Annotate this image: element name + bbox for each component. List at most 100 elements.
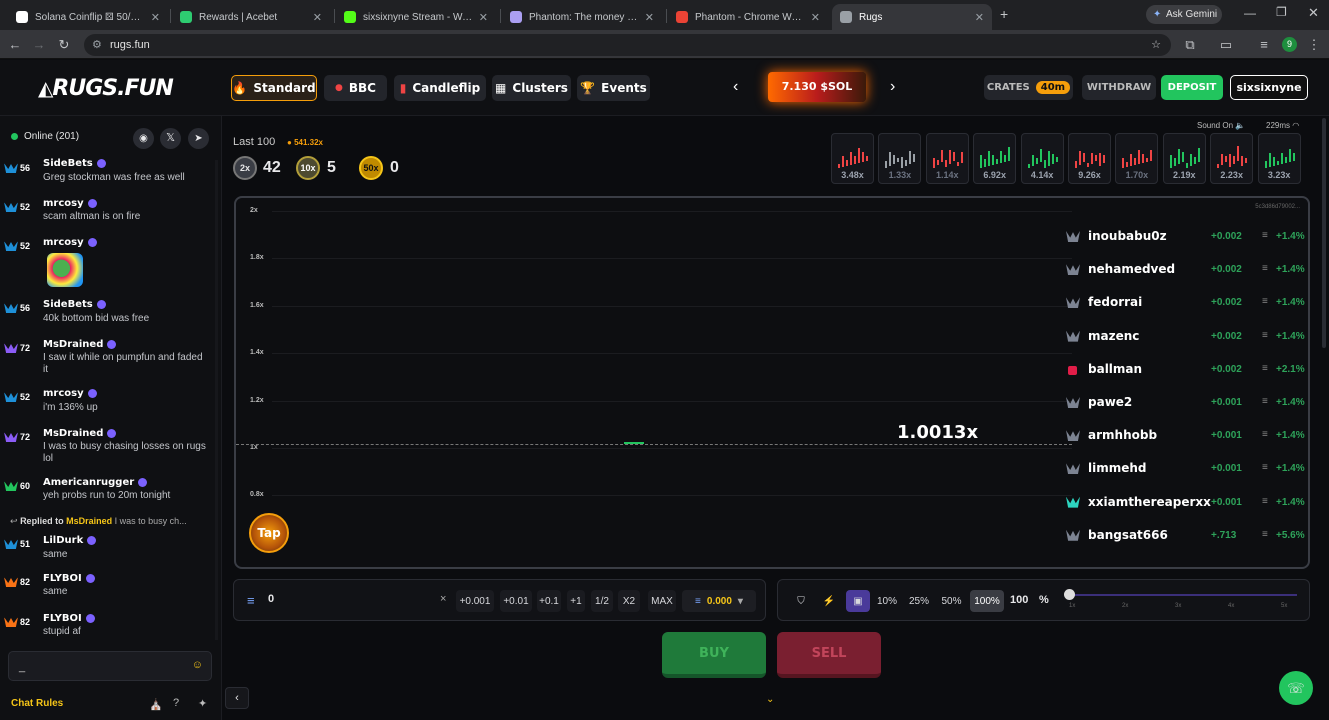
recent-game-card[interactable]: 4.14x [1020,133,1064,184]
close-icon[interactable]: ✕ [645,11,654,24]
chat-username[interactable]: MsDrained [43,339,117,350]
sound-toggle[interactable]: Sound On 🔈 [1197,121,1245,130]
percent-50-button[interactable]: 50% [938,590,965,612]
profile-avatar[interactable]: 9 [1282,37,1297,52]
recent-game-card[interactable]: 3.23x [1257,133,1301,184]
balance-dropdown[interactable]: ≡ 0.000 ▾ [682,590,756,612]
side-panel-icon[interactable]: ▭ [1217,36,1235,54]
percent-10-button[interactable]: 10% [876,590,898,612]
browser-tab[interactable]: Phantom: The money app that ✕ [502,4,662,30]
close-icon[interactable]: ✕ [151,11,160,24]
percent-100-button[interactable]: 100% [970,590,1004,612]
browser-tab[interactable]: Rewards | Acebet ✕ [172,4,330,30]
user-profile-button[interactable]: sixsixnyne [1230,75,1308,100]
close-icon[interactable]: ✕ [479,11,488,24]
maximize-button[interactable]: ❐ [1276,5,1287,19]
jackpot-prev-icon[interactable]: ‹ [733,78,738,96]
chat-username[interactable]: mrcosy [43,198,97,209]
chat-username[interactable]: FLYBOI [43,573,95,584]
minimize-button[interactable]: — [1244,6,1256,20]
clear-amount-button[interactable]: × [440,593,446,605]
chat-username[interactable]: MsDrained [43,428,117,439]
telegram-icon[interactable]: ➤ [188,128,209,149]
crates-button[interactable]: CRATES 40m [984,75,1073,100]
recent-game-card[interactable]: 1.70x [1115,133,1159,184]
leaderboard-icon[interactable]: ⛪ [149,698,163,711]
chat-username[interactable]: mrcosy [43,388,97,399]
site-info-icon[interactable]: ⚙ [92,34,102,56]
recent-game-card[interactable]: 6.92x [973,133,1017,184]
settings-wolf-icon[interactable]: ✦ [198,697,207,710]
collapse-chat-button[interactable]: ‹ [225,687,249,709]
nav-events[interactable]: 🏆 Events [577,75,650,101]
browser-tab[interactable]: sixsixnyne Stream - Watch Live ✕ [336,4,496,30]
close-icon[interactable]: ✕ [811,11,820,24]
deposit-button[interactable]: DEPOSIT [1161,75,1223,100]
address-bar[interactable]: ⚙ rugs.fun ☆ [84,34,1171,56]
sell-percent-input[interactable]: 100 [1010,594,1028,606]
back-icon[interactable]: ← [6,36,24,54]
nav-standard[interactable]: 🔥 Standard [231,75,317,101]
ask-gemini-button[interactable]: ✦ Ask Gemini [1146,5,1222,24]
player-row[interactable]: limmehd +0.001 ≡ +1.4% [1066,460,1306,478]
new-tab-button[interactable]: + [1000,6,1008,22]
increment-button[interactable]: +0.1 [537,590,561,612]
chat-rules-link[interactable]: Chat Rules [11,698,63,709]
player-row[interactable]: ballman +0.002 ≡ +2.1% [1066,361,1306,379]
player-row[interactable]: nehamedved +0.002 ≡ +1.4% [1066,261,1306,279]
chat-username[interactable]: Americanrugger [43,477,148,488]
emoji-icon[interactable]: ☺ [192,659,203,671]
recent-game-card[interactable]: 1.14x [925,133,969,184]
extensions-icon[interactable]: ⧉ [1181,36,1199,54]
browser-tab[interactable]: Solana Coinflip ⚄ 50/50 Odds, 1 ✕ [8,4,168,30]
increment-button[interactable]: 1/2 [591,590,613,612]
chart-mode-icon[interactable]: ▣ [846,590,870,612]
tap-button[interactable]: Tap [249,513,289,553]
browser-tab-active[interactable]: Rugs ✕ [832,4,992,30]
recent-game-card[interactable]: 2.19x [1162,133,1206,184]
lightning-icon[interactable]: ⚡ [818,590,840,612]
player-row[interactable]: pawe2 +0.001 ≡ +1.4% [1066,394,1306,412]
nav-clusters[interactable]: ▦ Clusters [492,75,571,101]
recent-game-card[interactable]: 9.26x [1068,133,1111,184]
bet-amount-input[interactable]: 0 [268,593,274,605]
withdraw-button[interactable]: WITHDRAW [1082,75,1156,100]
page-scrollbar[interactable] [1322,118,1326,348]
increment-button[interactable]: +0.001 [456,590,494,612]
support-chat-icon[interactable]: ☏ [1279,671,1313,705]
close-icon[interactable]: ✕ [975,11,984,24]
reload-icon[interactable]: ↻ [55,36,73,54]
recent-game-card[interactable]: 1.33x [878,133,922,184]
media-icon[interactable]: ≡ [1255,36,1273,54]
chat-username[interactable]: mrcosy [43,237,97,248]
chat-input[interactable]: _ ☺ [8,651,212,681]
multiplier-slider-track[interactable] [1069,594,1297,596]
player-row[interactable]: armhhobb +0.001 ≡ +1.4% [1066,427,1306,445]
increment-button[interactable]: +1 [567,590,585,612]
increment-button[interactable]: +0.01 [500,590,532,612]
jackpot-next-icon[interactable]: › [890,78,895,96]
sell-button[interactable]: SELL [777,632,881,678]
chat-username[interactable]: SideBets [43,158,106,169]
recent-game-card[interactable]: 2.23x [1210,133,1254,184]
percent-25-button[interactable]: 25% [907,590,931,612]
expand-down-icon[interactable]: ⌄ [766,694,774,705]
shield-icon[interactable]: ⛉ [790,590,812,612]
close-icon[interactable]: ✕ [313,11,322,24]
discord-icon[interactable]: ◉ [133,128,154,149]
chat-username[interactable]: SideBets [43,299,106,310]
player-row[interactable]: inoubabu0z +0.002 ≡ +1.4% [1066,228,1306,246]
recent-game-card[interactable]: 3.48x [831,133,874,184]
chat-username[interactable]: LilDurk [43,535,97,546]
bookmark-star-icon[interactable]: ☆ [1151,34,1161,56]
chat-scrollbar[interactable] [215,160,218,640]
buy-button[interactable]: BUY [662,632,766,678]
player-row[interactable]: bangsat666 +.713 ≡ +5.6% [1066,527,1306,545]
increment-button[interactable]: MAX [648,590,676,612]
increment-button[interactable]: X2 [618,590,640,612]
nav-candleflip[interactable]: ▮ Candleflip [394,75,486,101]
help-icon[interactable]: ? [173,697,179,709]
player-row[interactable]: fedorrai +0.002 ≡ +1.4% [1066,294,1306,312]
nav-bbc[interactable]: ● BBC [324,75,387,101]
forward-icon[interactable]: → [30,36,48,54]
